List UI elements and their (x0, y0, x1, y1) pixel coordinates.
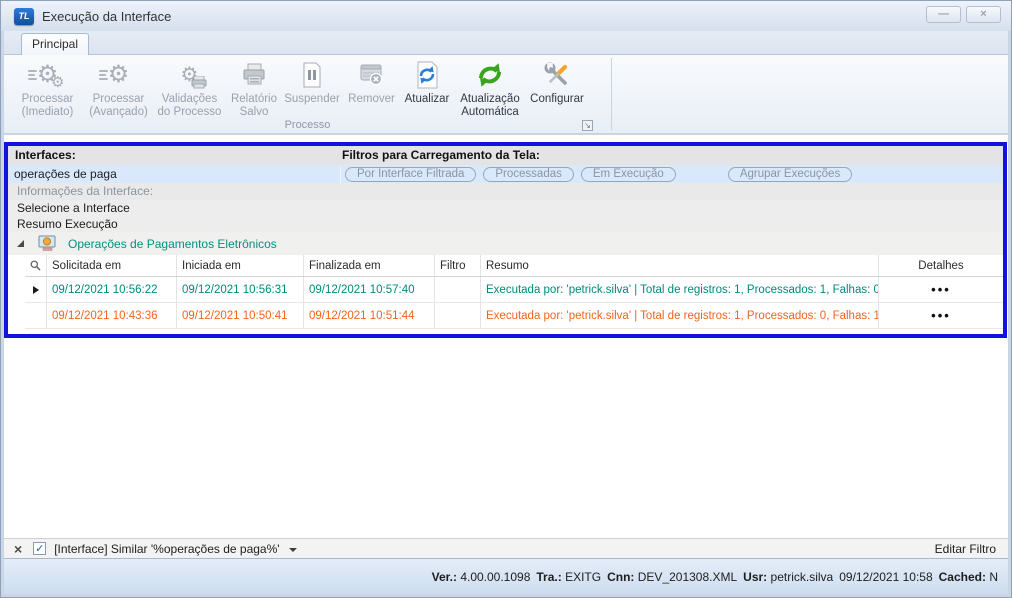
cell-resumo: Executada por: 'petrick.silva' | Total d… (481, 277, 879, 302)
grid-header-row: Solicitada em Iniciada em Finalizada em … (25, 255, 1003, 277)
title-bar: TL Execução da Interface — × (1, 1, 1011, 31)
table-row[interactable]: 09/12/2021 10:43:36 09/12/2021 10:50:41 … (25, 303, 1003, 329)
tools-icon (537, 59, 577, 91)
processadas-button[interactable]: Processadas (483, 167, 573, 182)
interfaces-label: Interfaces: (15, 148, 76, 162)
row-arrow-icon (33, 286, 39, 294)
pause-document-icon (292, 59, 332, 91)
details-button[interactable]: ••• (879, 277, 1003, 302)
informacoes-interface-label: Informações da Interface: (8, 183, 1003, 200)
details-button[interactable]: ••• (879, 303, 1003, 328)
interface-group-title: Operações de Pagamentos Eletrônicos (68, 237, 277, 251)
suspender-button[interactable]: Suspender (283, 57, 341, 119)
cell-filtro (435, 277, 481, 302)
status-cached: Cached: N (939, 570, 998, 584)
remove-filter-icon[interactable]: × (14, 542, 22, 556)
filtros-label: Filtros para Carregamento da Tela: (342, 148, 540, 162)
table-row[interactable]: 09/12/2021 10:56:22 09/12/2021 10:56:31 … (25, 277, 1003, 303)
search-column-header[interactable] (25, 255, 47, 276)
close-button[interactable]: × (966, 6, 1001, 23)
cell-filtro (435, 303, 481, 328)
interface-monitor-icon (38, 235, 57, 252)
column-header-resumo[interactable]: Resumo (481, 255, 879, 276)
tab-principal[interactable]: Principal (21, 33, 89, 55)
column-header-solicitada-em[interactable]: Solicitada em (47, 255, 177, 276)
status-datetime: 09/12/2021 10:58 (839, 570, 932, 584)
ribbon: ⚙⚙ Processar (Imediato) ⚙ Processar (Ava… (4, 54, 1008, 134)
resumo-execucao-text: Resumo Execução (8, 216, 1003, 232)
validacoes-processo-button[interactable]: ⚙ Validações do Processo (154, 57, 225, 119)
panel-labels-row: Interfaces: Filtros para Carregamento da… (8, 146, 1003, 165)
atualizar-button[interactable]: Atualizar (402, 57, 452, 119)
filter-dropdown-icon[interactable] (289, 548, 297, 552)
panel-filter-row: operações de paga Por Interface Filtrada… (8, 165, 1003, 183)
gears-icon: ⚙⚙ (28, 59, 68, 91)
status-tra: Tra.: EXITG (536, 570, 601, 584)
filter-active-checkbox[interactable]: ✓ (33, 542, 46, 555)
interface-search-input[interactable]: operações de paga (8, 165, 341, 183)
remove-grid-icon (352, 59, 392, 91)
gear-icon: ⚙ (99, 59, 139, 91)
cell-iniciada-em: 09/12/2021 10:56:31 (177, 277, 304, 302)
status-version: Ver.: 4.00.00.1098 (432, 570, 531, 584)
client-area: Interfaces: Filtros para Carregamento da… (4, 135, 1008, 594)
cell-solicitada-em: 09/12/2021 10:56:22 (47, 277, 177, 302)
minimize-button[interactable]: — (926, 6, 961, 23)
column-header-filtro[interactable]: Filtro (435, 255, 481, 276)
agrupar-execucoes-button[interactable]: Agrupar Execuções (728, 167, 852, 182)
selecione-interface-text: Selecione a Interface (8, 200, 1003, 216)
execution-panel: Interfaces: Filtros para Carregamento da… (4, 142, 1007, 338)
por-interface-filtrada-button[interactable]: Por Interface Filtrada (345, 167, 476, 182)
grid-filter-bar: × ✓ [Interface] Similar '%operações de p… (4, 538, 1008, 558)
em-execucao-button[interactable]: Em Execução (581, 167, 676, 182)
column-header-iniciada-em[interactable]: Iniciada em (177, 255, 304, 276)
cell-iniciada-em: 09/12/2021 10:50:41 (177, 303, 304, 328)
group-label: Processo (4, 119, 611, 131)
printer-save-icon (234, 59, 274, 91)
status-connection: Cnn: DEV_201308.XML (607, 570, 737, 584)
interface-group-row[interactable]: Operações de Pagamentos Eletrônicos (8, 232, 1003, 255)
row-indicator (25, 303, 47, 328)
processar-avancado-button[interactable]: ⚙ Processar (Avançado) (83, 57, 154, 119)
expand-collapse-icon[interactable] (17, 240, 24, 247)
search-icon (30, 260, 41, 271)
app-window: TL Execução da Interface — × Principal ⚙… (0, 0, 1012, 598)
dialog-launcher-icon[interactable]: ↘ (582, 120, 593, 131)
refresh-document-icon (407, 59, 447, 91)
active-filter-text: [Interface] Similar '%operações de paga%… (54, 542, 279, 556)
auto-refresh-icon (470, 59, 510, 91)
remover-button[interactable]: Remover (341, 57, 402, 119)
window-title: Execução da Interface (42, 9, 171, 24)
executions-grid: Solicitada em Iniciada em Finalizada em … (25, 255, 1003, 329)
editar-filtro-button[interactable]: Editar Filtro (935, 542, 996, 556)
ribbon-separator (611, 58, 612, 130)
column-header-detalhes[interactable]: Detalhes (879, 255, 1003, 276)
cell-finalizada-em: 09/12/2021 10:57:40 (304, 277, 435, 302)
cell-resumo: Executada por: 'petrick.silva' | Total d… (481, 303, 879, 328)
cell-solicitada-em: 09/12/2021 10:43:36 (47, 303, 177, 328)
configurar-button[interactable]: Configurar (528, 57, 586, 119)
gear-printer-icon: ⚙ (170, 59, 210, 91)
column-header-finalizada-em[interactable]: Finalizada em (304, 255, 435, 276)
app-logo-icon: TL (14, 8, 34, 25)
processar-imediato-button[interactable]: ⚙⚙ Processar (Imediato) (12, 57, 83, 119)
relatorio-salvo-button[interactable]: Relatório Salvo (225, 57, 283, 119)
status-user: Usr: petrick.silva (743, 570, 833, 584)
ribbon-tab-strip: Principal (4, 31, 1008, 54)
ribbon-group-processo: Processo ↘ (4, 119, 611, 134)
status-bar: Ver.: 4.00.00.1098 Tra.: EXITG Cnn: DEV_… (4, 558, 1008, 594)
atualizacao-automatica-button[interactable]: Atualização Automática (452, 57, 528, 119)
current-row-indicator (25, 277, 47, 302)
cell-finalizada-em: 09/12/2021 10:51:44 (304, 303, 435, 328)
